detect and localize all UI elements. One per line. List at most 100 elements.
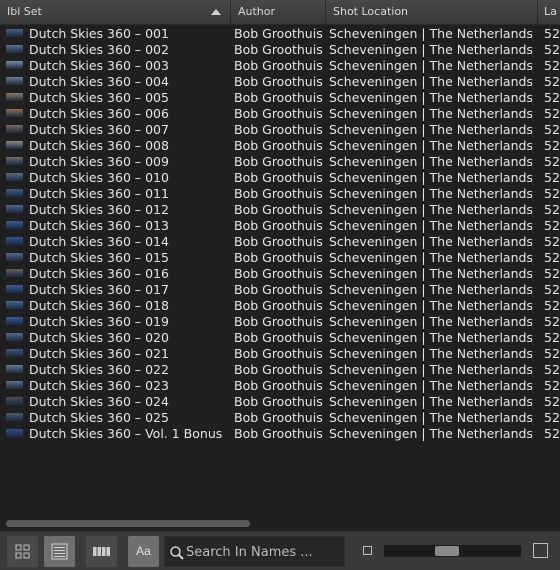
ibl-set-name: Dutch Skies 360 – 023 bbox=[29, 377, 169, 393]
cell-author: Bob Groothuis bbox=[234, 233, 323, 249]
bottom-toolbar: Aa bbox=[0, 531, 560, 570]
ibl-browser: Ibl Set Author Shot Location La Dutch Sk… bbox=[0, 0, 560, 570]
filmstrip-view-button[interactable] bbox=[86, 536, 117, 567]
table-row[interactable]: Dutch Skies 360 – 025 Bob Groothuis Scheve… bbox=[0, 409, 560, 425]
ibl-thumbnail bbox=[6, 317, 23, 325]
table-row[interactable]: Dutch Skies 360 – 001 Bob Groothuis Scheve… bbox=[0, 25, 560, 41]
table-row[interactable]: Dutch Skies 360 – 004 Bob Groothuis Scheve… bbox=[0, 73, 560, 89]
cell-shot-location: Scheveningen | The Netherlands bbox=[329, 137, 533, 153]
cell-author: Bob Groothuis bbox=[234, 153, 323, 169]
table-row[interactable]: Dutch Skies 360 – 018 Bob Groothuis Scheve… bbox=[0, 297, 560, 313]
column-header-author[interactable]: Author bbox=[231, 0, 326, 24]
column-header-bar: Ibl Set Author Shot Location La bbox=[0, 0, 560, 25]
table-row[interactable]: Dutch Skies 360 – 020 Bob Groothuis Scheve… bbox=[0, 329, 560, 345]
ibl-set-name: Dutch Skies 360 – 019 bbox=[29, 313, 169, 329]
ibl-set-name: Dutch Skies 360 – 002 bbox=[29, 41, 169, 57]
cell-ibl-set: Dutch Skies 360 – 025 bbox=[0, 410, 231, 425]
cell-ibl-set: Dutch Skies 360 – 011 bbox=[0, 186, 231, 201]
cell-ibl-set: Dutch Skies 360 – 004 bbox=[0, 74, 231, 89]
ibl-thumbnail bbox=[6, 77, 23, 85]
column-header-ibl-set-label: Ibl Set bbox=[7, 5, 42, 18]
ibl-set-name: Dutch Skies 360 – 020 bbox=[29, 329, 169, 345]
table-row[interactable]: Dutch Skies 360 – 011 Bob Groothuis Scheve… bbox=[0, 185, 560, 201]
table-row[interactable]: Dutch Skies 360 – Vol. 1 Bonus Bob Grooth… bbox=[0, 425, 560, 441]
horizontal-scrollbar[interactable] bbox=[6, 520, 250, 527]
cell-author: Bob Groothuis bbox=[234, 249, 323, 265]
table-row[interactable]: Dutch Skies 360 – 013 Bob Groothuis Scheve… bbox=[0, 217, 560, 233]
table-row[interactable]: Dutch Skies 360 – 007 Bob Groothuis Scheve… bbox=[0, 121, 560, 137]
table-row[interactable]: Dutch Skies 360 – 008 Bob Groothuis Scheve… bbox=[0, 137, 560, 153]
table-row[interactable]: Dutch Skies 360 – 006 Bob Groothuis Scheve… bbox=[0, 105, 560, 121]
ibl-set-name: Dutch Skies 360 – 010 bbox=[29, 169, 169, 185]
ibl-set-name: Dutch Skies 360 – 017 bbox=[29, 281, 169, 297]
column-header-ibl-set[interactable]: Ibl Set bbox=[0, 0, 231, 24]
cell-shot-location: Scheveningen | The Netherlands bbox=[329, 265, 533, 281]
ibl-thumbnail bbox=[6, 29, 23, 37]
text-size-button[interactable]: Aa bbox=[128, 536, 159, 567]
cell-author: Bob Groothuis bbox=[234, 313, 323, 329]
cell-shot-location: Scheveningen | The Netherlands bbox=[329, 89, 533, 105]
grid-view-button[interactable] bbox=[7, 536, 38, 567]
table-row[interactable]: Dutch Skies 360 – 022 Bob Groothuis Scheve… bbox=[0, 361, 560, 377]
cell-shot-location: Scheveningen | The Netherlands bbox=[329, 313, 533, 329]
search-box[interactable] bbox=[164, 536, 345, 567]
cell-ibl-set: Dutch Skies 360 – 015 bbox=[0, 250, 231, 265]
cell-shot-location: Scheveningen | The Netherlands bbox=[329, 345, 533, 361]
cell-shot-location: Scheveningen | The Netherlands bbox=[329, 425, 533, 441]
ibl-thumbnail bbox=[6, 237, 23, 245]
large-thumbnail-size-icon[interactable] bbox=[533, 543, 548, 558]
cell-ibl-set: Dutch Skies 360 – 016 bbox=[0, 266, 231, 281]
cell-author: Bob Groothuis bbox=[234, 73, 323, 89]
cell-author: Bob Groothuis bbox=[234, 137, 323, 153]
list-view-button[interactable] bbox=[44, 536, 75, 567]
table-row[interactable]: Dutch Skies 360 – 014 Bob Groothuis Scheve… bbox=[0, 233, 560, 249]
ibl-set-name: Dutch Skies 360 – 022 bbox=[29, 361, 169, 377]
search-icon bbox=[170, 546, 184, 560]
cell-extra: 52 bbox=[544, 313, 560, 329]
ibl-thumbnail bbox=[6, 205, 23, 213]
cell-shot-location: Scheveningen | The Netherlands bbox=[329, 249, 533, 265]
thumbnail-size-slider-thumb[interactable] bbox=[435, 546, 459, 556]
cell-shot-location: Scheveningen | The Netherlands bbox=[329, 185, 533, 201]
sort-ascending-icon[interactable] bbox=[211, 9, 221, 15]
column-header-shot-location[interactable]: Shot Location bbox=[326, 0, 538, 24]
cell-shot-location: Scheveningen | The Netherlands bbox=[329, 297, 533, 313]
cell-author: Bob Groothuis bbox=[234, 121, 323, 137]
table-row[interactable]: Dutch Skies 360 – 023 Bob Groothuis Scheve… bbox=[0, 377, 560, 393]
ibl-set-name: Dutch Skies 360 – 008 bbox=[29, 137, 169, 153]
list-view-icon bbox=[51, 543, 68, 560]
table-row[interactable]: Dutch Skies 360 – 024 Bob Groothuis Scheve… bbox=[0, 393, 560, 409]
table-row[interactable]: Dutch Skies 360 – 009 Bob Groothuis Scheve… bbox=[0, 153, 560, 169]
column-header-extra[interactable]: La bbox=[538, 0, 560, 24]
small-thumbnail-size-icon[interactable] bbox=[363, 546, 372, 555]
table-row[interactable]: Dutch Skies 360 – 015 Bob Groothuis Scheve… bbox=[0, 249, 560, 265]
cell-shot-location: Scheveningen | The Netherlands bbox=[329, 217, 533, 233]
cell-ibl-set: Dutch Skies 360 – 018 bbox=[0, 298, 231, 313]
ibl-thumbnail bbox=[6, 397, 23, 405]
ibl-thumbnail bbox=[6, 365, 23, 373]
cell-extra: 52 bbox=[544, 377, 560, 393]
cell-author: Bob Groothuis bbox=[234, 265, 323, 281]
cell-ibl-set: Dutch Skies 360 – 013 bbox=[0, 218, 231, 233]
cell-extra: 52 bbox=[544, 185, 560, 201]
ibl-thumbnail bbox=[6, 157, 23, 165]
table-row[interactable]: Dutch Skies 360 – 017 Bob Groothuis Scheve… bbox=[0, 281, 560, 297]
table-row[interactable]: Dutch Skies 360 – 010 Bob Groothuis Scheve… bbox=[0, 169, 560, 185]
cell-ibl-set: Dutch Skies 360 – Vol. 1 Bonus bbox=[0, 426, 231, 441]
table-row[interactable]: Dutch Skies 360 – 002 Bob Groothuis Scheve… bbox=[0, 41, 560, 57]
cell-extra: 52 bbox=[544, 329, 560, 345]
table-row[interactable]: Dutch Skies 360 – 021 Bob Groothuis Scheve… bbox=[0, 345, 560, 361]
table-row[interactable]: Dutch Skies 360 – 005 Bob Groothuis Scheve… bbox=[0, 89, 560, 105]
table-row[interactable]: Dutch Skies 360 – 012 Bob Groothuis Scheve… bbox=[0, 201, 560, 217]
table-row[interactable]: Dutch Skies 360 – 016 Bob Groothuis Scheve… bbox=[0, 265, 560, 281]
search-input[interactable] bbox=[186, 543, 336, 561]
table-row[interactable]: Dutch Skies 360 – 019 Bob Groothuis Scheve… bbox=[0, 313, 560, 329]
ibl-set-name: Dutch Skies 360 – 025 bbox=[29, 409, 169, 425]
table-row[interactable]: Dutch Skies 360 – 003 Bob Groothuis Scheve… bbox=[0, 57, 560, 73]
cell-ibl-set: Dutch Skies 360 – 024 bbox=[0, 394, 231, 409]
ibl-set-name: Dutch Skies 360 – 013 bbox=[29, 217, 169, 233]
ibl-set-name: Dutch Skies 360 – 006 bbox=[29, 105, 169, 121]
cell-author: Bob Groothuis bbox=[234, 329, 323, 345]
ibl-thumbnail bbox=[6, 45, 23, 53]
thumbnail-size-slider[interactable] bbox=[384, 545, 521, 557]
